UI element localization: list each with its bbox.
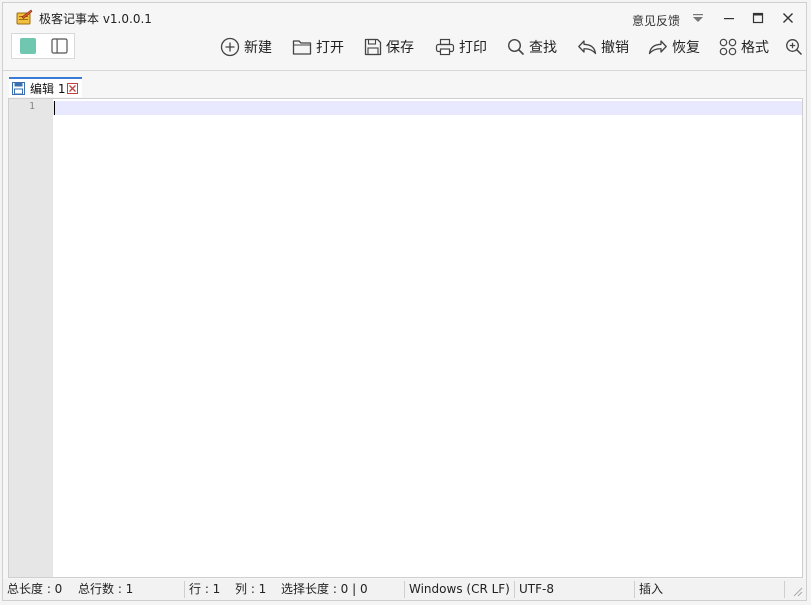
status-total-lines: 总行数 : 1 (78, 582, 134, 596)
undo-button[interactable]: 撤销 (577, 35, 629, 59)
close-button[interactable] (775, 7, 801, 29)
status-col: 列 : 1 (235, 582, 267, 596)
floppy-disk-icon (364, 38, 382, 56)
redo-icon (648, 40, 667, 55)
status-divider (784, 581, 785, 598)
line-number-gutter: 1 (9, 99, 53, 577)
open-file-button[interactable]: 打开 (292, 35, 344, 59)
format-label: 格式 (741, 40, 769, 56)
text-editor[interactable]: 1 (8, 98, 803, 578)
sidebar-toggle-button[interactable] (49, 37, 69, 55)
find-label: 查找 (529, 40, 557, 56)
status-line-ending[interactable]: Windows (CR LF) (409, 579, 510, 600)
grid-icon (719, 38, 737, 56)
tab-label: 编辑 1 (30, 81, 66, 96)
minimize-button[interactable] (716, 7, 742, 29)
text-caret (54, 101, 55, 115)
status-row: 行 : 1 (189, 582, 221, 596)
search-icon (507, 38, 525, 56)
theme-swatch-icon (20, 38, 36, 54)
open-file-label: 打开 (316, 40, 344, 56)
minimize-icon (724, 18, 734, 20)
plus-circle-icon (220, 37, 240, 57)
title-bar: 极客记事本 v1.0.0.1 意见反馈 (3, 3, 806, 31)
save-file-button[interactable]: 保存 (364, 35, 414, 59)
color-theme-button[interactable] (18, 37, 38, 55)
tab-edit-1[interactable]: 编辑 1 (9, 77, 82, 97)
status-encoding[interactable]: UTF-8 (519, 579, 554, 600)
new-file-button[interactable]: 新建 (220, 35, 272, 59)
status-divider (404, 581, 405, 598)
resize-grip-icon[interactable] (791, 585, 803, 597)
new-file-label: 新建 (244, 40, 272, 56)
notepad-app-icon (16, 9, 33, 25)
redo-button[interactable]: 恢复 (648, 35, 700, 59)
save-file-label: 保存 (386, 40, 414, 56)
current-line-highlight (53, 101, 802, 115)
status-divider (634, 581, 635, 598)
app-window: 极客记事本 v1.0.0.1 意见反馈 新建 打开 保存 打印 查找 撤销 恢复… (2, 2, 807, 601)
tab-close-icon[interactable] (67, 82, 79, 94)
view-toggle-group (11, 33, 75, 59)
dropdown-menu-button[interactable] (685, 7, 711, 29)
find-button[interactable]: 查找 (507, 35, 557, 59)
toolbar-divider (3, 70, 806, 71)
sidebar-panel-icon (50, 38, 68, 54)
status-insert-mode: 插入 (639, 582, 664, 596)
undo-icon (578, 40, 597, 55)
menu-caret-icon (693, 14, 703, 22)
maximize-icon (752, 12, 764, 24)
redo-label: 恢复 (672, 40, 700, 56)
window-title: 极客记事本 v1.0.0.1 (39, 12, 152, 26)
zoom-button[interactable] (785, 35, 803, 59)
status-selection: 选择长度 : 0 | 0 (281, 582, 368, 596)
zoom-in-icon (786, 39, 803, 56)
undo-label: 撤销 (601, 40, 629, 56)
document-save-icon (12, 81, 25, 95)
status-bar: 总长度 : 0 总行数 : 1 行 : 1 列 : 1 选择长度 : 0 | 0… (3, 579, 806, 600)
status-divider (514, 581, 515, 598)
print-button[interactable]: 打印 (435, 35, 487, 59)
format-button[interactable]: 格式 (719, 35, 769, 59)
close-icon (783, 13, 793, 23)
printer-icon (435, 38, 455, 56)
status-divider (184, 581, 185, 598)
status-total-length: 总长度 : 0 (7, 582, 63, 596)
print-label: 打印 (459, 40, 487, 56)
folder-icon (292, 40, 312, 55)
feedback-link[interactable]: 意见反馈 (632, 12, 680, 29)
line-number: 1 (28, 101, 35, 112)
maximize-button[interactable] (745, 7, 771, 29)
